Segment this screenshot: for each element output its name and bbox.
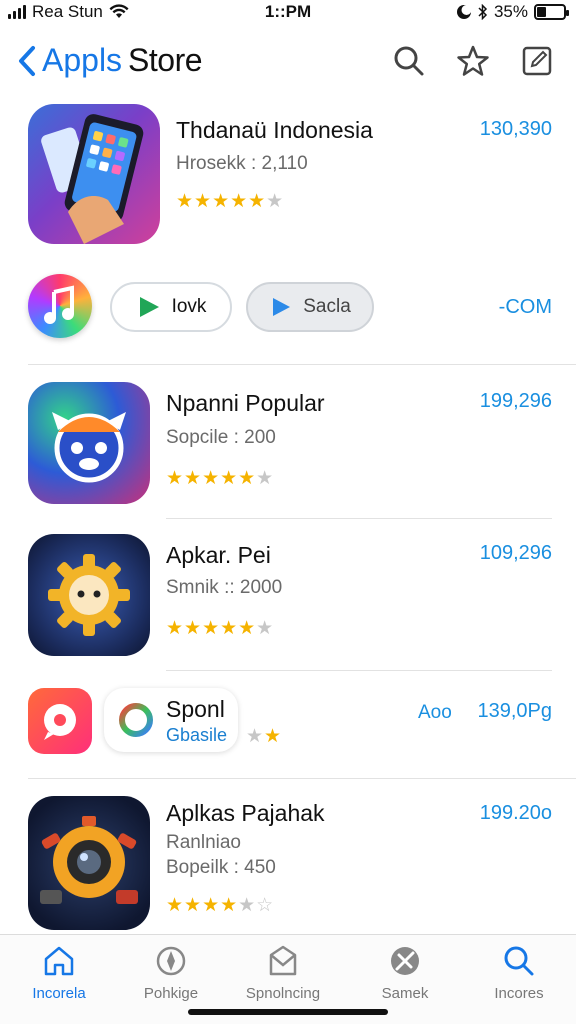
app-price[interactable]: 109,296 [480, 542, 552, 565]
nav-actions [392, 44, 554, 78]
tab-home[interactable]: Incorela [4, 943, 114, 1002]
app-icon-phone[interactable] [28, 104, 160, 244]
divider [28, 364, 576, 365]
divider [166, 670, 552, 671]
bluetooth-icon [478, 4, 488, 20]
chevron-left-icon [19, 45, 35, 76]
play-blue-icon [273, 298, 291, 316]
tab-samek[interactable]: Samek [350, 943, 460, 1002]
home-icon [44, 946, 74, 976]
rating-stars: ★★★★★★ [166, 468, 275, 489]
star-outline-icon [457, 45, 489, 76]
tab-packages[interactable]: Pohkige [116, 943, 226, 1002]
compose-button[interactable] [520, 44, 554, 78]
gear-face-icon [48, 554, 130, 636]
trailing-link[interactable]: -COM [499, 296, 552, 319]
mascot-icon [52, 412, 126, 483]
search-icon [394, 46, 424, 76]
search-icon [504, 946, 534, 976]
edit-icon [522, 46, 552, 76]
app-name: Aplkas Pajahak [166, 800, 325, 826]
play-button-label: Iovk [171, 296, 207, 317]
battery-percent: 35% [493, 2, 528, 21]
app-subtitle: Smnik :: 2000 [166, 577, 283, 598]
divider [166, 518, 552, 519]
tools-icon [391, 947, 419, 975]
app-icon-mascot[interactable] [28, 382, 150, 504]
secondary-action-button[interactable]: Sacla [246, 282, 374, 332]
rating-stars: ★★★★★★ [176, 191, 285, 212]
app-icon-chat[interactable] [28, 688, 92, 754]
rating-stars: ★★ [246, 726, 283, 747]
robot-camera-icon [40, 816, 138, 904]
back-label: Appls [42, 42, 123, 78]
app-name: Npanni Popular [166, 390, 325, 416]
page-title: Store [128, 42, 203, 78]
rating-stars: ★★★★★★ [166, 618, 275, 639]
chat-bubble-icon [44, 704, 76, 740]
app-price[interactable]: 199,296 [480, 390, 552, 413]
tab-label: Samek [381, 985, 429, 1002]
app-price[interactable]: 139,0Pg [477, 700, 552, 723]
home-indicator [188, 1009, 388, 1015]
play-icon [139, 297, 159, 317]
app-icon-gear[interactable] [28, 534, 150, 656]
tab-label: Incores [494, 985, 544, 1002]
play-button[interactable]: Iovk [110, 282, 232, 332]
back-button[interactable]: Appls Store [18, 42, 203, 79]
favorite-button[interactable] [456, 44, 490, 78]
do-not-disturb-icon [456, 5, 472, 19]
status-bar: Rea Stun 1::PM 35% [0, 0, 576, 28]
app-icon-robot[interactable] [28, 796, 150, 930]
music-note-icon [44, 285, 74, 324]
app-subtitle: Ranlniao [166, 832, 241, 853]
divider [28, 778, 576, 779]
secondary-button-label: Sacla [303, 296, 351, 317]
app-subtitle: Hrosekk : 2,110 [176, 153, 308, 174]
search-button[interactable] [392, 44, 426, 78]
app-name: Thdanaü Indonesia [176, 117, 373, 143]
inbox-icon [269, 945, 297, 976]
app-name: Apkar. Pei [166, 542, 271, 568]
compass-icon [156, 946, 186, 976]
tab-label: Spnolncing [245, 985, 321, 1002]
app-price[interactable]: 199.20o [480, 802, 552, 825]
app-subtitle: Gbasile [166, 725, 228, 745]
navigation-bar: Appls Store [0, 36, 576, 92]
ring-logo-icon [119, 703, 153, 737]
app-name: Sponl [166, 696, 225, 722]
rating-stars: ★★★★★☆ [166, 895, 275, 916]
tab-label: Pohkige [143, 985, 199, 1002]
app-subtitle: Sopcile : 200 [166, 427, 276, 448]
price-prefix: Aoo [418, 702, 452, 723]
tab-label: Incorela [32, 985, 86, 1002]
phone-icon [41, 114, 144, 244]
music-app-icon[interactable] [28, 274, 92, 338]
tab-search[interactable]: Incores [464, 943, 574, 1002]
app-price[interactable]: 130,390 [480, 118, 552, 141]
app-subtitle-secondary: Bopeilk : 450 [166, 857, 276, 878]
battery-icon [534, 4, 569, 20]
status-right: 35% [456, 2, 569, 22]
tab-sponsoring[interactable]: Spnolncing [228, 943, 338, 1002]
